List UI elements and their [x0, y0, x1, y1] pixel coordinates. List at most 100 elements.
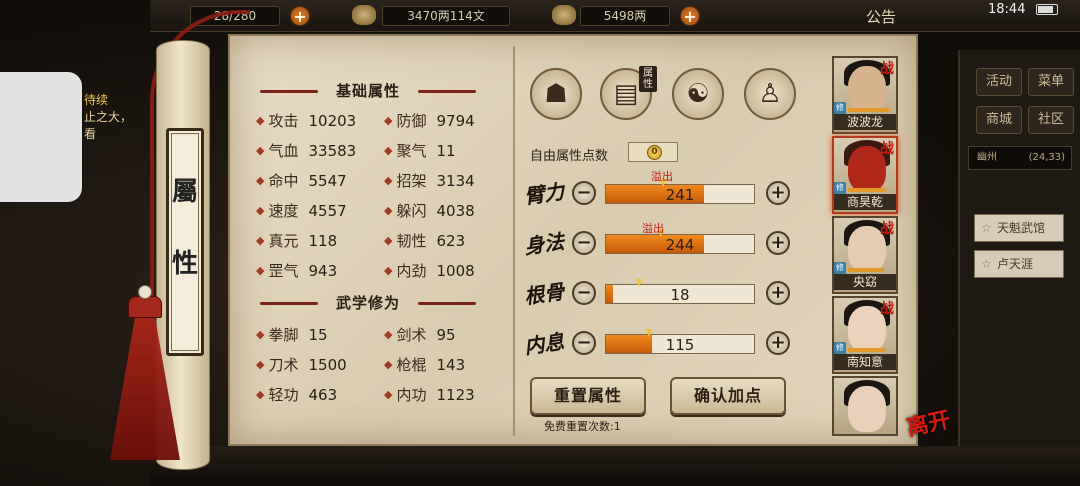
skill-lightness: ◆ 轻功 463	[256, 386, 338, 404]
top-resource-bar: 28/280 + 3470两114文 5498两 +	[150, 0, 1080, 32]
cultivation-badge: 修	[834, 182, 846, 194]
bagua-icon[interactable]: ☯	[672, 68, 724, 120]
stat-true-essence: ◆ 真元 118	[256, 232, 338, 250]
strength-value: 241	[665, 186, 695, 204]
add-gold-button[interactable]: +	[680, 6, 700, 26]
character-name: 央窈	[834, 274, 896, 290]
attr-inner-breath-label: 内息	[522, 329, 566, 359]
stat-defense: ◆ 防御 9794	[384, 112, 475, 130]
inner-breath-plus-button[interactable]: +	[766, 331, 790, 355]
stat-focus: ◆ 聚气 11	[384, 142, 456, 160]
character-name: 波波龙	[834, 114, 896, 130]
page-title: 屬 性	[166, 128, 204, 356]
jade-bead	[138, 285, 152, 299]
agility-value: 244	[665, 236, 695, 254]
location-name: 幽州	[977, 152, 997, 163]
skill-sword: ◆ 剑术 95	[384, 326, 456, 344]
attr-constitution-label: 根骨	[522, 279, 566, 309]
martial-stats-heading: 武学修为	[260, 292, 476, 314]
free-reset-count: 免费重置次数:1	[544, 420, 621, 433]
strength-overflow: 溢出	[651, 170, 673, 183]
quest-tracker: 待续 止之大， 看	[84, 92, 132, 143]
inner-breath-minus-button[interactable]: −	[572, 331, 596, 355]
skill-fist: ◆ 拳脚 15	[256, 326, 328, 344]
confirm-points-button[interactable]: 确认加点	[670, 377, 786, 415]
cultivation-badge: 修	[834, 262, 846, 274]
agility-plus-button[interactable]: +	[766, 231, 790, 255]
title-char: 屬	[171, 177, 198, 207]
battle-badge: 战	[880, 61, 894, 77]
inner-breath-bar[interactable]: 115	[605, 329, 755, 354]
money-display: 3470两114文	[382, 6, 510, 26]
hat-character-icon[interactable]: ☗	[530, 68, 582, 120]
skill-internal: ◆ 内功 1123	[384, 386, 475, 404]
character-hp-bar	[848, 108, 889, 112]
constitution-minus-button[interactable]: −	[572, 281, 596, 305]
character-card[interactable]: 战 修 商昊乾	[832, 136, 898, 214]
battle-badge: 战	[880, 221, 894, 237]
stat-hp: ◆ 气血 33583	[256, 142, 357, 160]
activity-button[interactable]: 活动	[976, 68, 1022, 96]
location-coords: (24,33)	[1028, 152, 1065, 163]
add-stamina-button[interactable]: +	[290, 6, 310, 26]
stat-attack: ◆ 攻击 10203	[256, 112, 357, 130]
character-card[interactable]: 战 修 南知意	[832, 296, 898, 374]
stat-tenacity: ◆ 韧性 623	[384, 232, 466, 250]
character-hp-bar	[848, 348, 887, 352]
cultivation-badge: 修	[834, 102, 846, 114]
character-hp-bar	[848, 268, 884, 272]
title-char: 性	[171, 249, 198, 279]
attr-agility-label: 身法	[522, 229, 566, 259]
gold-ingot-icon	[552, 5, 576, 25]
notice-button[interactable]: 公告	[866, 6, 896, 27]
stat-accuracy: ◆ 命中 5547	[256, 172, 347, 190]
skill-blade: ◆ 刀术 1500	[256, 356, 347, 374]
stat-gangqi: ◆ 罡气 943	[256, 262, 338, 280]
free-points-value: 0	[647, 145, 662, 160]
agility-bar[interactable]: 244	[605, 229, 755, 254]
battery-icon	[1036, 4, 1058, 15]
reset-attributes-button[interactable]: 重置属性	[530, 377, 646, 415]
meridian-body-icon[interactable]: ♙	[744, 68, 796, 120]
character-name: 商昊乾	[834, 194, 896, 210]
basic-stats-heading: 基础属性	[260, 80, 476, 102]
strength-plus-button[interactable]: +	[766, 181, 790, 205]
battle-badge: 战	[880, 141, 894, 157]
battle-badge: 战	[880, 301, 894, 317]
quest-text: 看	[84, 127, 97, 141]
free-points-label: 自由属性点数	[530, 149, 609, 164]
character-card[interactable]: 战 修 央窈	[832, 216, 898, 294]
agility-overflow: 溢出	[642, 222, 664, 235]
character-card[interactable]: 战 修 波波龙	[832, 56, 898, 134]
tab-attributes-label: 属性	[639, 66, 657, 92]
menu-button[interactable]: 菜单	[1028, 68, 1074, 96]
location-box: 幽州 (24,33)	[968, 146, 1072, 170]
npc-button[interactable]: 天魁武馆	[974, 214, 1064, 242]
strength-minus-button[interactable]: −	[572, 181, 596, 205]
community-button[interactable]: 社区	[1028, 106, 1074, 134]
tassel-knot	[128, 296, 162, 318]
quest-text: 止之大，	[84, 110, 133, 124]
attr-strength-label: 臂力	[522, 179, 566, 209]
npc-button[interactable]: 卢天涯	[974, 250, 1064, 278]
stat-inner-force: ◆ 内劲 1008	[384, 262, 475, 280]
stat-dodge: ◆ 躲闪 4038	[384, 202, 475, 220]
free-points-box: 0	[628, 142, 678, 162]
column-divider	[513, 46, 515, 436]
skill-spear: ◆ 枪棍 143	[384, 356, 466, 374]
character-face	[848, 386, 886, 432]
bottom-nav-bar	[150, 446, 1080, 486]
status-clock: 18:44	[988, 2, 1026, 17]
gold-display: 5498两	[580, 6, 670, 26]
shop-button[interactable]: 商城	[976, 106, 1022, 134]
constitution-plus-button[interactable]: +	[766, 281, 790, 305]
floating-overlay-panel[interactable]	[0, 72, 82, 202]
strength-bar[interactable]: 241	[605, 179, 755, 204]
constitution-value: 18	[670, 286, 690, 304]
agility-minus-button[interactable]: −	[572, 231, 596, 255]
silver-ingot-icon	[352, 5, 376, 25]
quest-status: 待续	[84, 93, 109, 107]
character-name: 南知意	[834, 354, 896, 370]
constitution-bar[interactable]: 18	[605, 279, 755, 304]
character-card[interactable]	[832, 376, 898, 436]
